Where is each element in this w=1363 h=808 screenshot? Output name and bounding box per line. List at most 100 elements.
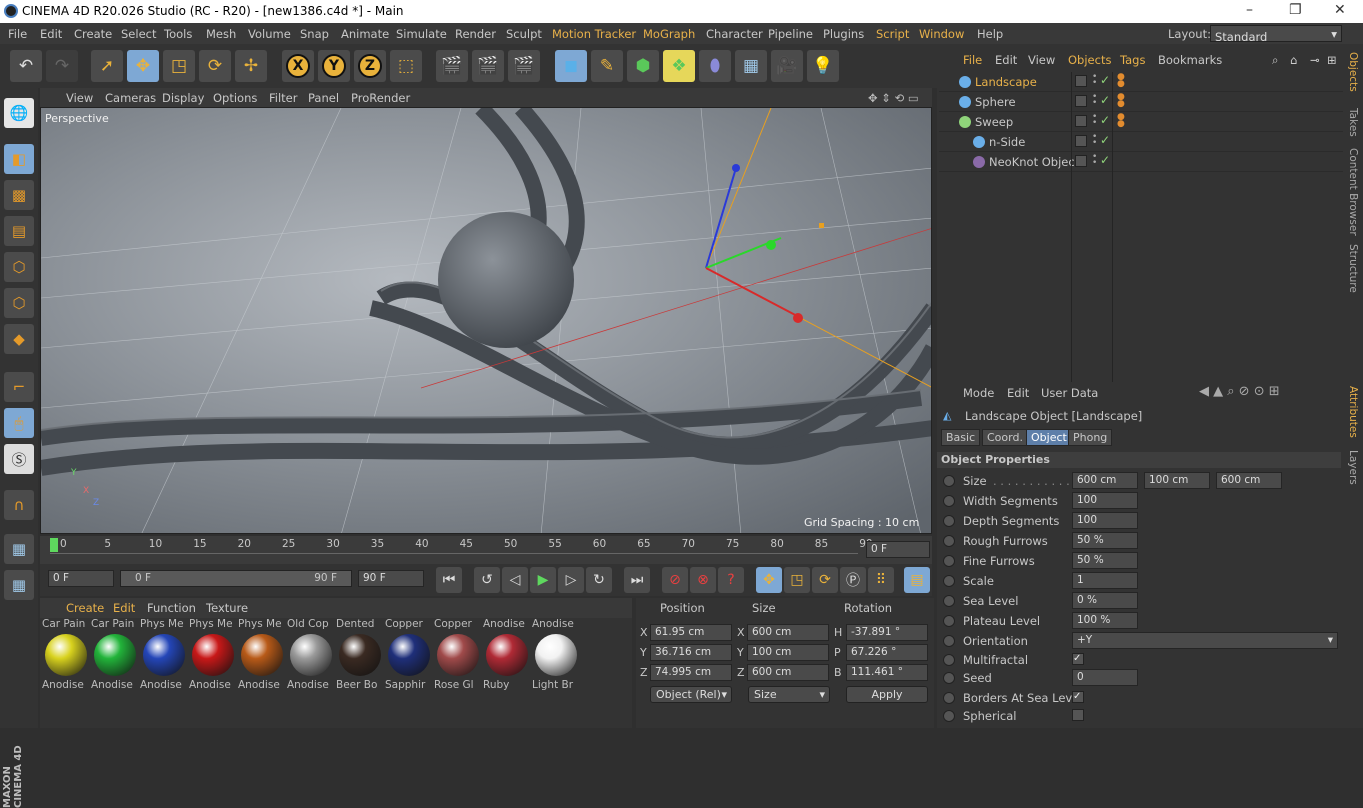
snap-button[interactable]: ∩ [4,490,34,520]
x-axis-lock-button[interactable]: X [282,50,314,82]
animate-radio[interactable] [943,535,955,547]
undo-button[interactable]: ↶ [10,50,42,82]
objects-menu-file[interactable]: File [963,53,982,67]
cloner-button[interactable]: ❖ [663,50,695,82]
workplane-lock-button[interactable]: ▦ [4,534,34,564]
size-z-field[interactable]: 600 cm [1216,472,1282,489]
phong-tag-icon[interactable]: ● ● [1117,93,1125,109]
layer-swatch[interactable] [1075,155,1087,167]
rotation-field[interactable]: -37.891 ° [846,624,928,641]
material-swatch[interactable]: Dented Beer Bo [336,618,382,694]
minimize-button[interactable]: – [1246,2,1253,18]
menu-mograph[interactable]: MoGraph [643,27,695,41]
material-swatch[interactable]: Phys Me Anodise [238,618,284,694]
render-settings-button[interactable]: 🎬 [508,50,540,82]
attr-value-field[interactable]: 100 [1072,512,1138,529]
workplane-button[interactable]: ▤ [4,216,34,246]
object-name[interactable]: Sweep [975,115,1013,129]
key-parameter-button[interactable]: Ⓟ [840,567,866,593]
size-x-field[interactable]: 600 cm [1072,472,1138,489]
object-name[interactable]: Sphere [975,95,1016,109]
tab-attributes-vertical[interactable]: Attributes [1347,386,1359,438]
objects-menu-view[interactable]: View [1028,53,1055,67]
redo-button[interactable]: ↷ [46,50,78,82]
object-row[interactable]: Sweep • • ✓ ● ● [939,112,1343,132]
cube-button[interactable]: ◼ [555,50,587,82]
planar-workplane-button[interactable]: ▦ [4,570,34,600]
material-swatch[interactable]: Anodise Light Br [532,618,578,694]
menu-animate[interactable]: Animate [341,27,389,41]
animate-radio[interactable] [943,515,955,527]
menu-pipeline[interactable]: Pipeline [768,27,813,41]
animate-radio[interactable] [943,672,955,684]
object-row[interactable]: NeoKnot Object • • ✓ [939,152,1343,172]
timeline-ruler[interactable]: 051015202530354045505560657075808590 0 F [40,536,932,564]
menu-sculpt[interactable]: Sculpt [506,27,542,41]
size-mode-select[interactable]: Size ▾ [748,686,830,703]
menu-volume[interactable]: Volume [248,27,291,41]
menu-window[interactable]: Window [919,27,964,41]
axis-mode-button[interactable]: ⌐ [4,372,34,402]
animate-radio[interactable] [943,710,955,722]
playhead[interactable] [50,538,58,552]
move-tool-button[interactable]: ✥ [127,50,159,82]
animate-radio[interactable] [943,635,955,647]
animate-radio[interactable] [943,575,955,587]
object-name[interactable]: Landscape [975,75,1037,89]
attr-value-field[interactable]: 50 % [1072,532,1138,549]
next-frame-button[interactable]: ▷ [558,567,584,593]
animate-radio[interactable] [943,654,955,666]
z-axis-lock-button[interactable]: Z [354,50,386,82]
close-button[interactable]: ✕ [1334,2,1346,18]
select-tool-button[interactable]: ➚ [91,50,123,82]
coordinate-mode-select[interactable]: Object (Rel) ▾ [650,686,732,703]
viewport-menu-prorender[interactable]: ProRender [351,91,410,105]
model-mode-button[interactable]: ◧ [4,144,34,174]
menu-help[interactable]: Help [977,27,1003,41]
enabled-check-icon[interactable]: ✓ [1100,113,1110,127]
attr-menu-user-data[interactable]: User Data [1041,386,1098,400]
tab-basic[interactable]: Basic [941,429,981,446]
new-panel-icon[interactable]: ⊞ [1327,53,1337,67]
menu-simulate[interactable]: Simulate [396,27,447,41]
orientation-select[interactable]: +Y ▾ [1072,632,1338,649]
object-name[interactable]: n-Side [989,135,1025,149]
attr-value-field[interactable]: 1 [1072,572,1138,589]
material-swatch[interactable]: Phys Me Anodise [189,618,235,694]
prev-key-button[interactable]: ↺ [474,567,500,593]
attr-value-field[interactable]: 0 % [1072,592,1138,609]
attr-menu-mode[interactable]: Mode [963,386,994,400]
rotate-tool-button[interactable]: ⟳ [199,50,231,82]
size-field[interactable]: 600 cm [747,624,829,641]
prev-frame-button[interactable]: ◁ [502,567,528,593]
object-row[interactable]: Sphere • • ✓ ● ● [939,92,1343,112]
sphere-object[interactable] [438,212,574,348]
frame-range-slider[interactable]: 0 F 90 F [120,570,352,587]
layout-select[interactable]: Standard ▾ [1210,25,1342,44]
tab-structure-vertical[interactable]: Structure [1347,244,1359,293]
enabled-check-icon[interactable]: ✓ [1100,93,1110,107]
attr-value-field[interactable]: 50 % [1072,552,1138,569]
keyframe-selection-button[interactable]: ? [718,567,744,593]
multifractal-checkbox[interactable]: ✓ [1072,653,1084,665]
material-menu-texture[interactable]: Texture [206,601,248,615]
objects-menu-edit[interactable]: Edit [995,53,1017,67]
solo-button[interactable]: Ⓢ [4,444,34,474]
tab-coord[interactable]: Coord. [982,429,1028,446]
viewport-menu-options[interactable]: Options [213,91,257,105]
viewport-nav-icons[interactable]: ✥ ⇕ ⟲ ▭ [868,91,919,105]
visibility-dots-icon[interactable]: • • [1092,153,1097,168]
subdivision-button[interactable]: ⬢ [627,50,659,82]
key-position-button[interactable]: ✥ [756,567,782,593]
menu-tools[interactable]: Tools [164,27,192,41]
menu-script[interactable]: Script [876,27,909,41]
pen-spline-button[interactable]: ✎ [591,50,623,82]
layer-swatch[interactable] [1075,115,1087,127]
borders-checkbox[interactable]: ✓ [1072,691,1084,703]
key-rotation-button[interactable]: ⟳ [812,567,838,593]
material-menu-create[interactable]: Create [66,601,104,615]
transform-tool-button[interactable]: ✢ [235,50,267,82]
visibility-dots-icon[interactable]: • • [1092,133,1097,148]
camera-button[interactable]: 🎥 [771,50,803,82]
menu-render[interactable]: Render [455,27,496,41]
